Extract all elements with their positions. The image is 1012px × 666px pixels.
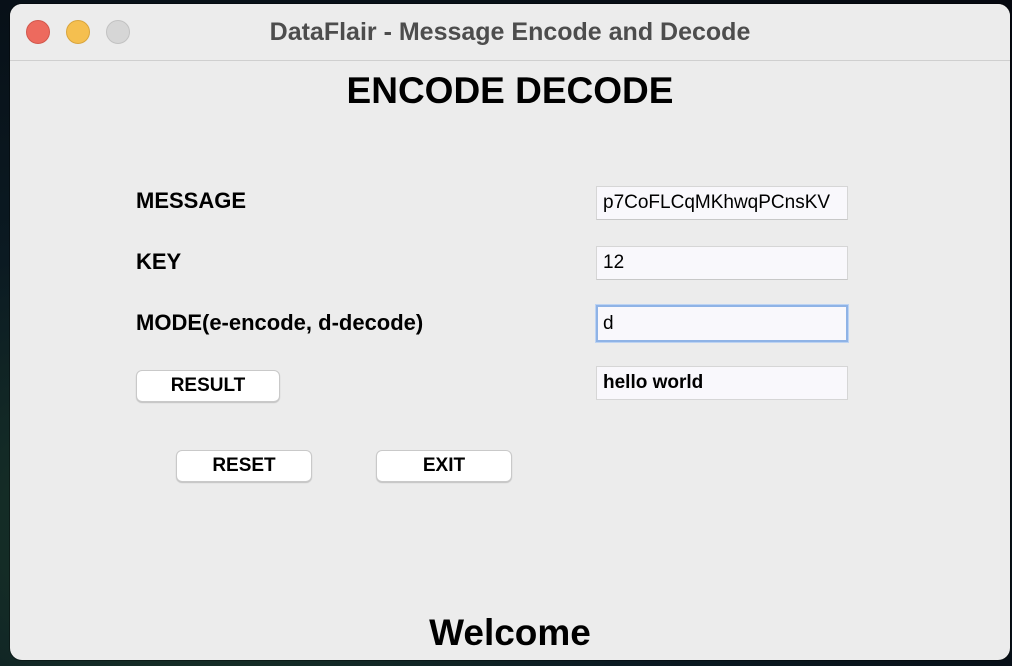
app-window: DataFlair - Message Encode and Decode EN… <box>10 4 1010 660</box>
window-title: DataFlair - Message Encode and Decode <box>269 18 751 46</box>
title-bar[interactable]: DataFlair - Message Encode and Decode <box>10 4 1010 61</box>
exit-button[interactable]: EXIT <box>376 450 512 482</box>
reset-button[interactable]: RESET <box>176 450 312 482</box>
key-label: KEY <box>136 249 182 274</box>
mode-input[interactable] <box>596 305 848 342</box>
key-input[interactable] <box>596 246 848 280</box>
mode-label: MODE(e-encode, d-decode) <box>136 310 424 335</box>
message-input[interactable] <box>596 186 848 220</box>
message-label: MESSAGE <box>136 188 247 213</box>
result-output: hello world <box>596 366 848 400</box>
page-title: ENCODE DECODE <box>346 70 674 111</box>
welcome-text: Welcome <box>429 612 591 653</box>
result-button[interactable]: RESULT <box>136 370 280 402</box>
